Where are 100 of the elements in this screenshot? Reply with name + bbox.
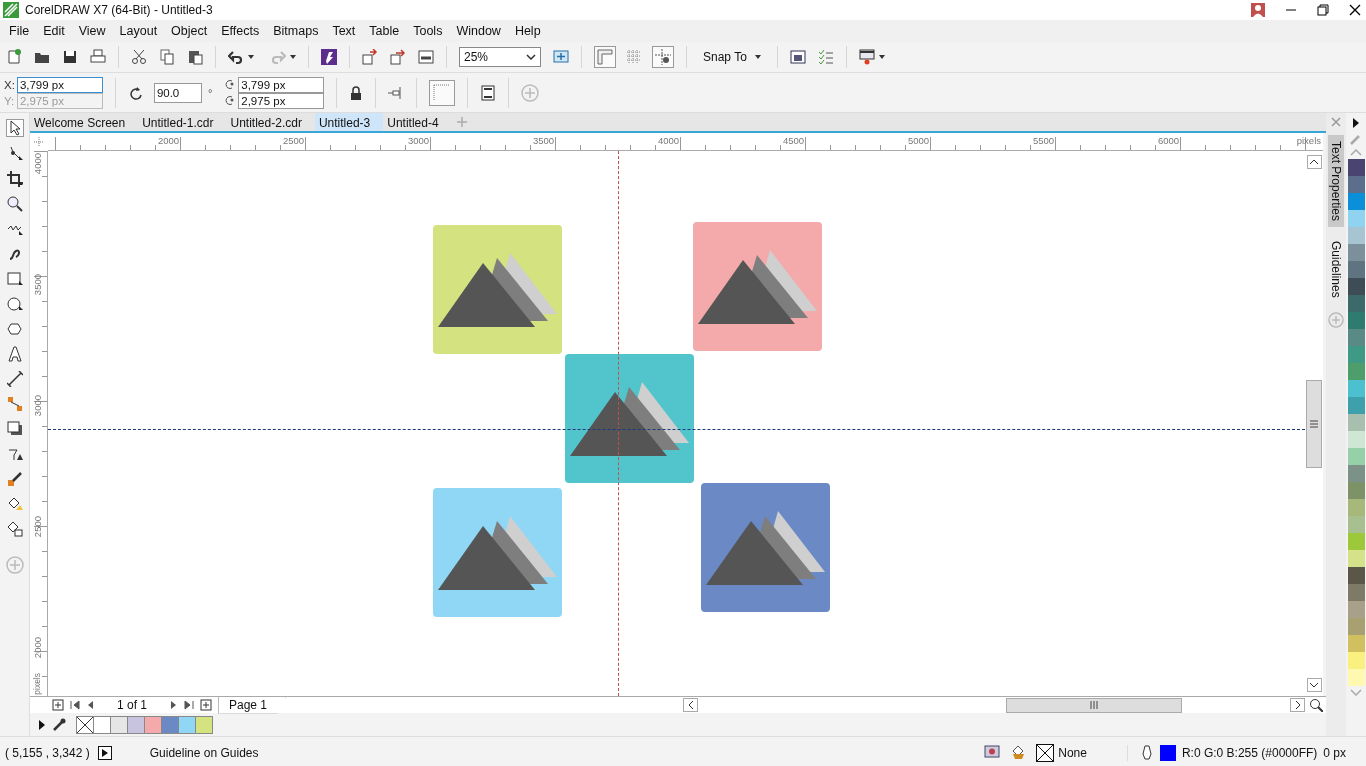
document-tab[interactable]: Untitled-2.cdr: [226, 113, 315, 131]
rotation-angle-field[interactable]: 90.0: [153, 82, 202, 103]
color-swatch[interactable]: [1347, 601, 1365, 618]
menu-item[interactable]: View: [71, 22, 113, 40]
scroll-left-button[interactable]: [683, 698, 698, 712]
no-color-swatch[interactable]: [76, 715, 94, 734]
color-swatch[interactable]: [1347, 295, 1365, 312]
page-tab[interactable]: Page 1: [218, 696, 287, 714]
menu-item[interactable]: Effects: [214, 22, 267, 40]
color-swatch[interactable]: [161, 715, 179, 734]
user-icon[interactable]: [1251, 3, 1265, 17]
menu-item[interactable]: Table: [362, 22, 407, 40]
color-swatch[interactable]: [1347, 465, 1365, 482]
previous-page-icon[interactable]: [86, 700, 96, 710]
color-swatch[interactable]: [1347, 397, 1365, 414]
color-swatch[interactable]: [1347, 669, 1365, 686]
caret-icon[interactable]: [290, 55, 296, 59]
zoom-tool-icon[interactable]: [6, 196, 23, 212]
scroll-right-button[interactable]: [1290, 698, 1305, 712]
menu-item[interactable]: Window: [449, 22, 508, 40]
add-page-icon[interactable]: [200, 699, 212, 711]
zoom-fit-icon[interactable]: [553, 49, 569, 65]
play-icon[interactable]: [97, 745, 112, 760]
restore-icon[interactable]: [1317, 4, 1329, 16]
color-swatch[interactable]: [1347, 431, 1365, 448]
color-swatch[interactable]: [1347, 533, 1365, 550]
zoom-icon[interactable]: [1309, 698, 1323, 712]
document-tab[interactable]: Welcome Screen: [30, 113, 139, 131]
rectangle-tool-icon[interactable]: [6, 271, 23, 287]
color-swatch[interactable]: [93, 715, 111, 734]
vertical-scrollbar-thumb[interactable]: [1306, 379, 1322, 468]
save-icon[interactable]: [62, 49, 78, 65]
export-icon[interactable]: [390, 49, 406, 65]
color-swatch[interactable]: [1347, 176, 1365, 193]
paste-icon[interactable]: [187, 49, 203, 65]
display-icon[interactable]: [984, 744, 1001, 761]
print-icon[interactable]: [90, 49, 106, 65]
drop-shadow-icon[interactable]: [6, 421, 23, 437]
color-swatch[interactable]: [1347, 618, 1365, 635]
text-tool-icon[interactable]: [6, 346, 23, 362]
guidelines-icon[interactable]: [655, 49, 671, 65]
scissors-icon[interactable]: [131, 49, 147, 65]
color-swatch[interactable]: [127, 715, 145, 734]
x-position-field[interactable]: 3,799 px: [16, 76, 103, 93]
snap-to-button[interactable]: Snap To: [699, 48, 765, 66]
play-icon[interactable]: [1352, 117, 1360, 129]
eyedropper-icon[interactable]: [52, 717, 66, 732]
document-settings-icon[interactable]: [480, 84, 497, 101]
document-tab[interactable]: Untitled-4: [383, 113, 452, 131]
play-icon[interactable]: [38, 718, 46, 731]
first-page-icon[interactable]: [70, 700, 80, 710]
color-swatch[interactable]: [1347, 193, 1365, 210]
options-icon[interactable]: [789, 49, 806, 65]
checklist-icon[interactable]: [817, 49, 834, 65]
menu-item[interactable]: Help: [507, 22, 548, 40]
color-swatch[interactable]: [1347, 635, 1365, 652]
color-swatch[interactable]: [1347, 414, 1365, 431]
rulers-icon[interactable]: [597, 49, 613, 65]
ellipse-tool-icon[interactable]: [6, 296, 23, 312]
pen-nib-icon[interactable]: [1139, 744, 1154, 761]
eyedropper-icon[interactable]: [6, 471, 23, 487]
horizontal-scrollbar-thumb[interactable]: [1006, 697, 1182, 713]
undo-icon[interactable]: [228, 49, 244, 65]
color-swatch[interactable]: [1347, 567, 1365, 584]
import-icon[interactable]: [362, 49, 378, 65]
scroll-up-button[interactable]: [1306, 155, 1322, 169]
color-swatch[interactable]: [1347, 380, 1365, 397]
interactive-fill-icon[interactable]: [6, 496, 23, 512]
scroll-down-button[interactable]: [1306, 678, 1322, 692]
menu-item[interactable]: File: [2, 22, 37, 40]
color-swatch[interactable]: [110, 715, 128, 734]
menu-item[interactable]: Tools: [406, 22, 450, 40]
rotation-center-x-field[interactable]: 3,799 px: [238, 76, 325, 93]
docker-tab[interactable]: Text Properties: [1328, 135, 1344, 228]
smart-fill-icon[interactable]: [6, 521, 23, 537]
document-tab[interactable]: Untitled-1.cdr: [138, 113, 227, 131]
caret-icon[interactable]: [878, 55, 885, 59]
color-swatch[interactable]: [195, 715, 213, 734]
menu-item[interactable]: Object: [164, 22, 215, 40]
crop-tool-icon[interactable]: [6, 171, 23, 187]
color-swatch[interactable]: [1347, 584, 1365, 601]
caret-icon[interactable]: [248, 55, 254, 59]
next-page-icon[interactable]: [168, 700, 178, 710]
document-tab[interactable]: Untitled-3: [314, 113, 384, 131]
color-swatch[interactable]: [1347, 346, 1365, 363]
connector-tool-icon[interactable]: [6, 396, 23, 412]
dimension-tool-icon[interactable]: [6, 371, 23, 387]
add-page-icon[interactable]: [52, 699, 64, 711]
polygon-tool-icon[interactable]: [6, 321, 23, 337]
color-swatch[interactable]: [144, 715, 162, 734]
app-launcher-icon[interactable]: [321, 49, 337, 65]
menu-item[interactable]: Text: [325, 22, 363, 40]
close-icon[interactable]: [1349, 4, 1361, 16]
color-swatch[interactable]: [1347, 652, 1365, 669]
lock-icon[interactable]: [349, 85, 364, 100]
launch-icon[interactable]: [858, 49, 875, 65]
color-swatch[interactable]: [1347, 499, 1365, 516]
menu-item[interactable]: Edit: [36, 22, 72, 40]
menu-item[interactable]: Bitmaps: [266, 22, 326, 40]
color-swatch[interactable]: [1347, 550, 1365, 567]
